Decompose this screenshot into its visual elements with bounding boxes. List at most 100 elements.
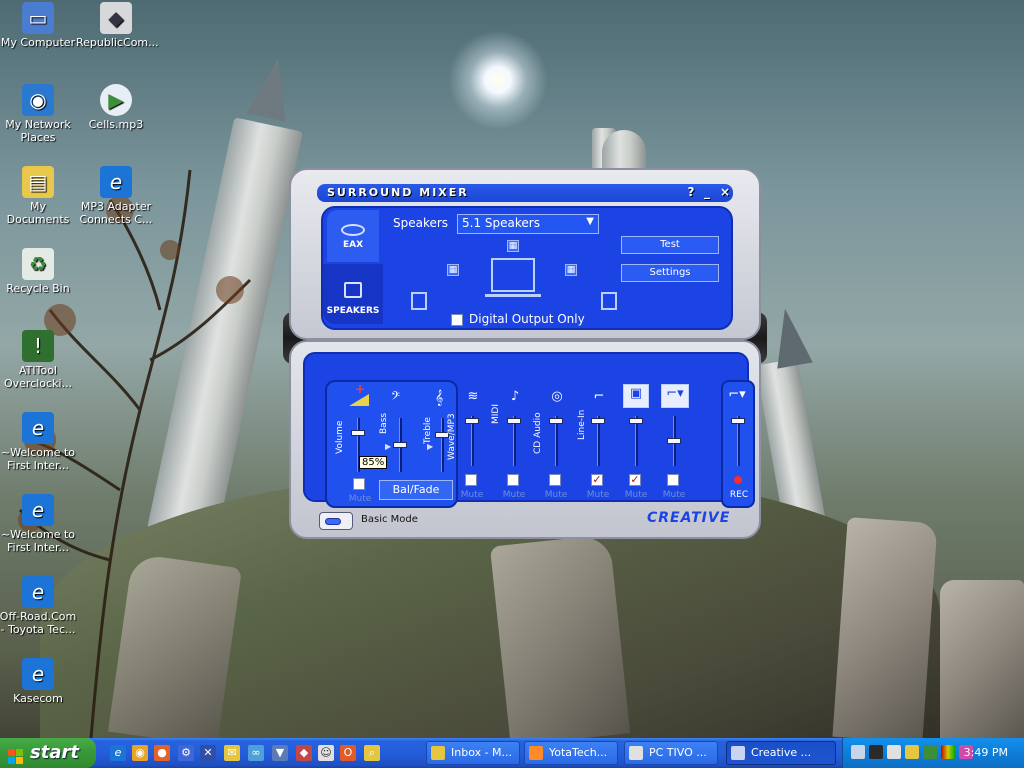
- mixer-top-panel: SURROUND MIXER ? _ × Speakers 5.1 Speake…: [289, 168, 761, 340]
- rear-right-speaker-icon[interactable]: [601, 292, 617, 310]
- cd-mute-label: Mute: [544, 490, 568, 500]
- aux-mute-checkbox[interactable]: ✓: [629, 474, 641, 486]
- master-volume-group: + 𝄢 𝄞 Volume Bass Treble ▶ ▶ 85% Mute Ba…: [325, 380, 458, 508]
- desktop-icon-recycle-bin[interactable]: ♻ Recycle Bin: [0, 248, 78, 295]
- task-yotatech[interactable]: YotaTech...: [524, 741, 618, 765]
- internet-explorer-icon[interactable]: e: [110, 745, 126, 761]
- download-icon[interactable]: ▼: [272, 745, 288, 761]
- messenger-icon[interactable]: ✉: [224, 745, 240, 761]
- link-icon[interactable]: ∞: [248, 745, 264, 761]
- color-tray-icon[interactable]: [941, 745, 955, 759]
- wave-mute-checkbox[interactable]: [465, 474, 477, 486]
- recycle-bin-icon: ♻: [22, 248, 54, 280]
- wallpaper-tower-right-roof: [767, 305, 813, 369]
- settings-button[interactable]: Settings: [621, 264, 719, 282]
- start-button[interactable]: start: [0, 738, 96, 768]
- midi-slider-thumb[interactable]: [507, 418, 521, 424]
- cd-slider-thumb[interactable]: [549, 418, 563, 424]
- desktop-icon-label: My Documents: [6, 200, 70, 226]
- front-left-speaker-icon[interactable]: ▦: [447, 264, 459, 276]
- desktop-icon-network-places[interactable]: ◉ My Network Places: [0, 84, 78, 144]
- midi-mute-checkbox[interactable]: [507, 474, 519, 486]
- desktop-icon-welcome-2[interactable]: e ~Welcome to First Inter...: [0, 494, 78, 554]
- monitor-base: [485, 294, 541, 297]
- speaker-tab-icon: [344, 282, 362, 298]
- mic-slider-thumb[interactable]: [667, 438, 681, 444]
- bass-slider-thumb[interactable]: [393, 442, 407, 448]
- record-source-icon[interactable]: ⌐▾: [727, 386, 747, 404]
- wallpaper-rock-4: [108, 553, 242, 747]
- wallpaper-rock-1: [832, 517, 938, 743]
- scissors-icon[interactable]: ✕: [200, 745, 216, 761]
- task-label: YotaTech...: [549, 746, 608, 759]
- treble-slider-track[interactable]: [441, 418, 444, 472]
- steam-tray-icon[interactable]: [869, 745, 883, 759]
- tools-icon[interactable]: ⚙: [178, 745, 194, 761]
- center-speaker-icon[interactable]: ▦: [507, 240, 519, 252]
- browser-icon: [529, 746, 543, 760]
- wallpaper-tower-left: [147, 117, 303, 543]
- opera-icon[interactable]: O: [340, 745, 356, 761]
- desktop-icon-label: RepublicCom...: [76, 36, 159, 49]
- media-player-icon[interactable]: ◉: [132, 745, 148, 761]
- desktop-icon-my-computer[interactable]: ▭ My Computer: [0, 2, 78, 49]
- minimize-button[interactable]: _: [701, 185, 713, 199]
- task-inbox[interactable]: Inbox - M...: [426, 741, 520, 765]
- speakers-dropdown[interactable]: 5.1 Speakers ▼: [457, 214, 599, 234]
- desktop-icon-cells-mp3[interactable]: ▶ Cells.mp3: [76, 84, 156, 131]
- mic-source-icon[interactable]: ⌐▾: [661, 384, 689, 408]
- taskbar: start e ◉ ● ⚙ ✕ ✉ ∞ ▼ ◆ ☺ O ⌕ Inbox - M.…: [0, 738, 1024, 768]
- test-button[interactable]: Test: [621, 236, 719, 254]
- bal-fade-button[interactable]: Bal/Fade: [379, 480, 453, 500]
- network-tray-icon[interactable]: [851, 745, 865, 759]
- surround-mixer-window: SURROUND MIXER ? _ × Speakers 5.1 Speake…: [283, 168, 767, 539]
- desktop-icon-label: ~Welcome to First Inter...: [0, 528, 76, 554]
- desktop-icon-my-documents[interactable]: ▤ My Documents: [0, 166, 78, 226]
- cd-mute-checkbox[interactable]: [549, 474, 561, 486]
- desktop-icon-republic[interactable]: ◆ RepublicCom...: [76, 2, 159, 49]
- basic-mode-button[interactable]: [319, 512, 353, 530]
- system-tray: 3:49 PM: [842, 738, 1024, 768]
- rear-left-speaker-icon[interactable]: [411, 292, 427, 310]
- desktop-icon-label: My Network Places: [5, 118, 71, 144]
- digital-output-checkbox[interactable]: [451, 314, 463, 326]
- wallpaper-rock-3: [489, 534, 631, 746]
- record-slider-thumb[interactable]: [731, 418, 745, 424]
- help-button[interactable]: ?: [685, 185, 697, 199]
- wave-slider-thumb[interactable]: [465, 418, 479, 424]
- line-in-slider-thumb[interactable]: [591, 418, 605, 424]
- close-button[interactable]: ×: [719, 185, 731, 199]
- app-icon[interactable]: ◆: [296, 745, 312, 761]
- search-icon[interactable]: ⌕: [364, 745, 380, 761]
- line-in-mute-checkbox[interactable]: ✓: [591, 474, 603, 486]
- chevron-down-icon: ▼: [586, 216, 594, 227]
- master-mute-checkbox[interactable]: [353, 478, 365, 490]
- app-tray-icon[interactable]: [905, 745, 919, 759]
- desktop-icon-mp3-adapter[interactable]: e MP3 Adapter Connects C...: [76, 166, 156, 226]
- monitor-icon: [491, 258, 535, 292]
- tab-speakers[interactable]: SPEAKERS: [323, 264, 383, 324]
- desktop-icon-off-road[interactable]: e Off-Road.Com - Toyota Tec...: [0, 576, 78, 636]
- tivo-icon: [629, 746, 643, 760]
- desktop-icon-label: Recycle Bin: [6, 282, 70, 295]
- firefox-icon[interactable]: ●: [154, 745, 170, 761]
- desktop-icon-kasecom[interactable]: e Kasecom: [0, 658, 78, 705]
- mic-mute-checkbox[interactable]: [667, 474, 679, 486]
- master-mute-label: Mute: [348, 494, 372, 504]
- desktop-icon-label: My Computer: [0, 36, 76, 49]
- desktop-icon-atitool[interactable]: ! ATITool Overclocki...: [0, 330, 78, 390]
- aux-slider-thumb[interactable]: [629, 418, 643, 424]
- task-creative[interactable]: Creative ...: [726, 741, 836, 765]
- desktop-icon-welcome-1[interactable]: e ~Welcome to First Inter...: [0, 412, 78, 472]
- aux-source-icon[interactable]: ▣: [623, 384, 649, 408]
- tab-eax[interactable]: EAX: [327, 210, 379, 262]
- bass-pointer-icon: ▶: [385, 442, 392, 451]
- wave-mp3-icon: ≋: [467, 389, 479, 404]
- chat-tray-icon[interactable]: [923, 745, 937, 759]
- task-pc-tivo[interactable]: PC TIVO ...: [624, 741, 718, 765]
- game-icon[interactable]: ☺: [318, 745, 334, 761]
- volume-slider-thumb[interactable]: [351, 430, 365, 436]
- speaker-tray-icon[interactable]: [887, 745, 901, 759]
- speakers-dropdown-value: 5.1 Speakers: [462, 216, 540, 230]
- front-right-speaker-icon[interactable]: ▦: [565, 264, 577, 276]
